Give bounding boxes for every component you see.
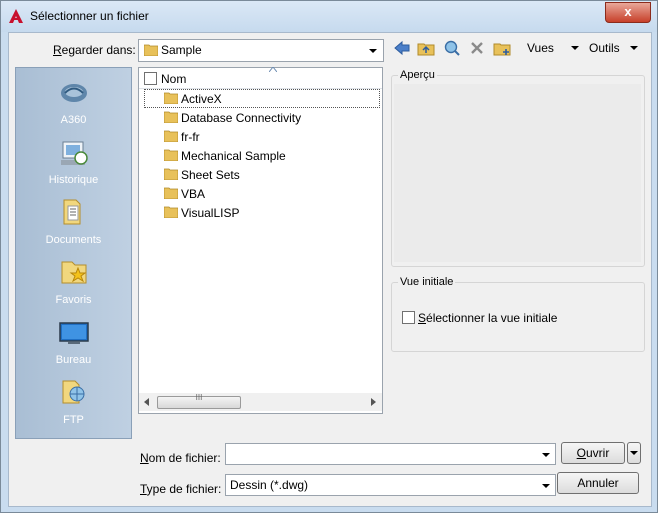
up-folder-icon[interactable] xyxy=(417,39,435,57)
tools-chevron-down-icon[interactable] xyxy=(630,46,638,50)
file-dialog-window: Sélectionner un fichier x Regarder dans:… xyxy=(0,0,658,513)
file-name: fr-fr xyxy=(181,130,200,144)
file-name: Sheet Sets xyxy=(181,168,240,182)
file-list-item[interactable]: VisualLISP xyxy=(139,203,382,222)
filename-label: Nom de fichier: xyxy=(140,451,221,465)
horizontal-scrollbar[interactable]: III xyxy=(139,393,382,411)
desktop-icon xyxy=(59,322,89,344)
views-chevron-down-icon[interactable] xyxy=(571,46,579,50)
folder-icon xyxy=(164,206,178,218)
place-a360[interactable]: A360 xyxy=(16,76,131,134)
lookin-label: Regarder dans: xyxy=(53,43,136,57)
file-list-item[interactable]: Mechanical Sample xyxy=(139,146,382,165)
favorites-folder-icon xyxy=(61,261,87,284)
close-icon: x xyxy=(624,4,632,19)
column-header-label: Nom xyxy=(161,72,187,86)
scroll-grip: III xyxy=(195,393,203,402)
folder-icon xyxy=(164,187,178,199)
folder-icon xyxy=(164,149,178,161)
filename-chevron-down-icon[interactable] xyxy=(542,453,550,457)
folder-icon xyxy=(144,44,158,56)
preview-title: Aperçu xyxy=(398,69,437,81)
folder-icon xyxy=(164,92,178,104)
place-documents[interactable]: Documents xyxy=(16,196,131,254)
file-name: Database Connectivity xyxy=(181,111,302,125)
scroll-right-icon[interactable] xyxy=(371,398,376,406)
autocad-app-icon xyxy=(9,9,23,23)
filetype-label: Type de fichier: xyxy=(140,482,222,496)
file-list[interactable]: Nom ActiveX Database Connectivity fr-fr Mec… xyxy=(138,67,383,414)
file-name: VisualLISP xyxy=(181,206,240,220)
place-desktop[interactable]: Bureau xyxy=(16,316,131,374)
place-label: Bureau xyxy=(55,354,92,366)
dialog-body: Regarder dans: Sample Vues Outils A360 H… xyxy=(8,32,652,507)
file-name: Mechanical Sample xyxy=(181,149,286,163)
title-bar: Sélectionner un fichier x xyxy=(1,1,657,32)
window-title: Sélectionner un fichier xyxy=(30,9,149,23)
file-name: ActiveX xyxy=(181,92,222,106)
folder-icon xyxy=(164,130,178,142)
cancel-button[interactable]: Annuler xyxy=(557,472,639,494)
file-name: VBA xyxy=(181,187,206,201)
documents-folder-icon xyxy=(63,199,81,225)
filetype-select[interactable]: Dessin (*.dwg) xyxy=(225,474,556,496)
preview-group: Aperçu xyxy=(391,69,645,267)
place-history[interactable]: Historique xyxy=(16,136,131,194)
close-button[interactable]: x xyxy=(605,2,651,23)
history-icon xyxy=(61,141,88,165)
folder-icon xyxy=(164,111,178,123)
tools-menu[interactable]: Outils xyxy=(589,41,620,55)
places-bar: A360 Historique Documents Favoris Bureau… xyxy=(15,67,132,439)
open-chevron-down-icon xyxy=(630,451,638,455)
preview-area xyxy=(394,84,641,262)
new-folder-icon[interactable] xyxy=(493,39,511,57)
sort-ascending-icon xyxy=(269,67,277,72)
place-favorites[interactable]: Favoris xyxy=(16,256,131,314)
back-icon[interactable] xyxy=(393,39,411,57)
scrollbar-thumb[interactable]: III xyxy=(157,393,241,409)
place-label: Documents xyxy=(45,234,102,246)
lookin-value: Sample xyxy=(161,43,202,57)
file-list-item[interactable]: ActiveX xyxy=(144,89,380,108)
ftp-icon xyxy=(62,380,85,404)
filetype-chevron-down-icon[interactable] xyxy=(542,484,550,488)
file-list-item[interactable]: Database Connectivity xyxy=(139,108,382,127)
column-header-name[interactable]: Nom xyxy=(139,67,382,89)
select-all-checkbox[interactable] xyxy=(144,72,157,85)
place-label: Favoris xyxy=(55,294,92,306)
delete-icon[interactable] xyxy=(468,39,486,57)
initial-view-title: Vue initiale xyxy=(398,276,456,288)
place-label: A360 xyxy=(60,114,87,126)
open-options-button[interactable] xyxy=(627,442,641,464)
scroll-left-icon[interactable] xyxy=(144,398,149,406)
place-ftp[interactable]: FTP xyxy=(16,376,131,434)
file-list-item[interactable]: VBA xyxy=(139,184,382,203)
views-menu[interactable]: Vues xyxy=(527,41,554,55)
lookin-combo[interactable]: Sample xyxy=(138,39,384,62)
filetype-value: Dessin (*.dwg) xyxy=(230,478,309,492)
open-button[interactable]: Ouvrir xyxy=(561,442,625,464)
initial-view-checkbox[interactable] xyxy=(402,311,415,324)
a360-cloud-icon xyxy=(61,84,87,102)
filename-input[interactable] xyxy=(225,443,556,465)
file-list-item[interactable]: fr-fr xyxy=(139,127,382,146)
file-list-item[interactable]: Sheet Sets xyxy=(139,165,382,184)
search-web-icon[interactable] xyxy=(443,39,461,57)
chevron-down-icon[interactable] xyxy=(369,49,377,53)
place-label: FTP xyxy=(63,414,84,426)
place-label: Historique xyxy=(48,174,99,186)
folder-icon xyxy=(164,168,178,180)
initial-view-group: Vue initiale Sélectionner la vue initial… xyxy=(391,276,645,352)
initial-view-checkbox-label[interactable]: Sélectionner la vue initiale xyxy=(418,311,557,325)
